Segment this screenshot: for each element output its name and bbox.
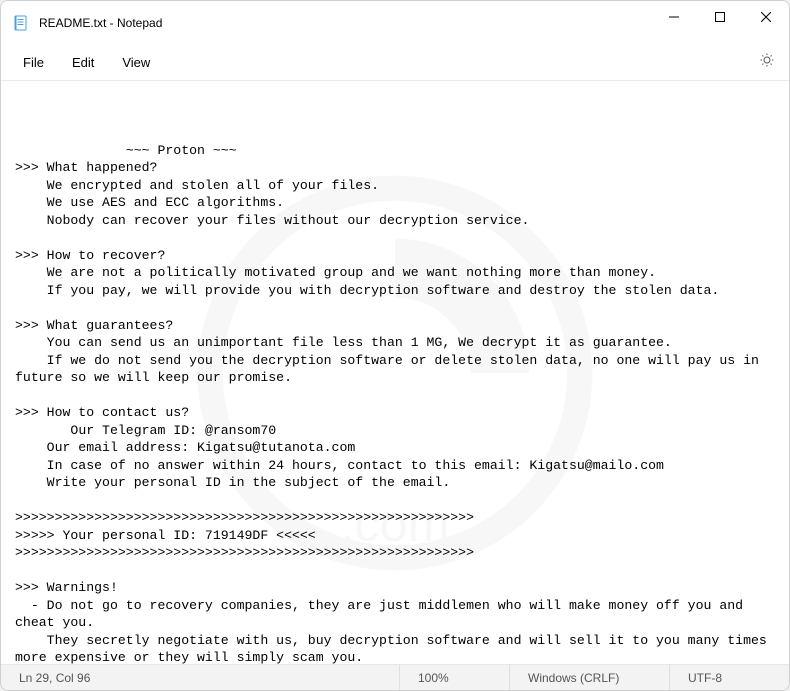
notepad-window: README.txt - Notepad File Edit View <box>0 0 790 691</box>
text-line: If we do not send you the decryption sof… <box>15 353 767 386</box>
status-position: Ln 29, Col 96 <box>1 665 261 690</box>
notepad-icon <box>13 15 29 31</box>
text-line: Write your personal ID in the subject of… <box>15 475 450 490</box>
text-line: They secretly negotiate with us, buy dec… <box>15 633 775 665</box>
settings-button[interactable] <box>745 46 789 79</box>
text-line: If you pay, we will provide you with dec… <box>15 283 719 298</box>
text-line: We use AES and ECC algorithms. <box>15 195 284 210</box>
text-line: >>>>>>>>>>>>>>>>>>>>>>>>>>>>>>>>>>>>>>>>… <box>15 545 474 560</box>
menu-file[interactable]: File <box>9 49 58 76</box>
menu-edit[interactable]: Edit <box>58 49 108 76</box>
menubar: File Edit View <box>1 45 789 81</box>
text-line: Our email address: Kigatsu@tutanota.com <box>15 440 355 455</box>
text-line: We are not a politically motivated group… <box>15 265 656 280</box>
minimize-button[interactable] <box>651 1 697 33</box>
status-encoding: UTF-8 <box>669 665 789 690</box>
text-line: - Do not go to recovery companies, they … <box>15 598 751 631</box>
close-button[interactable] <box>743 1 789 33</box>
document-text: ~~~ Proton ~~~ >>> What happened? We enc… <box>15 142 779 665</box>
titlebar: README.txt - Notepad <box>1 1 789 45</box>
text-line: Nobody can recover your files without ou… <box>15 213 529 228</box>
text-line: ~~~ Proton ~~~ <box>15 143 237 158</box>
text-line: You can send us an unimportant file less… <box>15 335 672 350</box>
text-area[interactable]: .com ~~~ Proton ~~~ >>> What happened? W… <box>1 81 789 664</box>
statusbar: Ln 29, Col 96 100% Windows (CRLF) UTF-8 <box>1 664 789 690</box>
maximize-button[interactable] <box>697 1 743 33</box>
text-line: In case of no answer within 24 hours, co… <box>15 458 664 473</box>
status-lineending: Windows (CRLF) <box>509 665 669 690</box>
text-line: >>> Warnings! <box>15 580 118 595</box>
text-line: >>>>> Your personal ID: 719149DF <<<<< <box>15 528 316 543</box>
menu-view[interactable]: View <box>108 49 164 76</box>
text-line: Our Telegram ID: @ransom70 <box>15 423 276 438</box>
text-line: >>>>>>>>>>>>>>>>>>>>>>>>>>>>>>>>>>>>>>>>… <box>15 510 474 525</box>
text-line: >>> How to contact us? <box>15 405 189 420</box>
window-controls <box>651 1 789 45</box>
gear-icon <box>759 52 775 68</box>
text-line: >>> What happened? <box>15 160 157 175</box>
window-title: README.txt - Notepad <box>39 16 651 30</box>
text-line: >>> What guarantees? <box>15 318 173 333</box>
text-line: We encrypted and stolen all of your file… <box>15 178 379 193</box>
status-zoom[interactable]: 100% <box>399 665 509 690</box>
text-line: >>> How to recover? <box>15 248 165 263</box>
